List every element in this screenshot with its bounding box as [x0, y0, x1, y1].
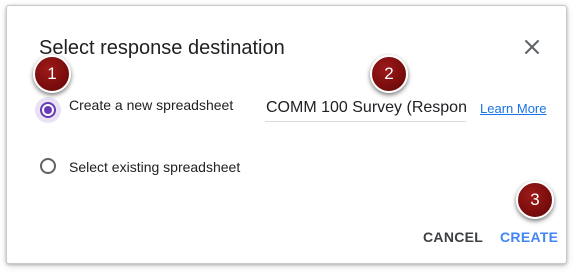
step-marker-1: 1 — [33, 55, 71, 93]
spreadsheet-name-input[interactable] — [265, 96, 466, 122]
radio-label-select-existing[interactable]: Select existing spreadsheet — [69, 158, 240, 176]
learn-more-link[interactable]: Learn More — [480, 101, 546, 116]
step-marker-2: 2 — [370, 55, 408, 93]
close-button[interactable] — [519, 34, 545, 60]
cancel-button[interactable]: CANCEL — [423, 228, 483, 246]
dialog-title: Select response destination — [39, 37, 285, 59]
step-marker-3: 3 — [516, 181, 554, 219]
radio-label-create-new[interactable]: Create a new spreadsheet — [69, 96, 233, 114]
radio-select-existing[interactable] — [40, 158, 56, 174]
radio-create-new[interactable] — [40, 102, 56, 118]
screenshot-frame: Select response destination Create a new… — [0, 0, 576, 274]
response-destination-dialog: Select response destination Create a new… — [6, 5, 567, 264]
create-button[interactable]: CREATE — [500, 228, 558, 246]
close-icon — [525, 40, 539, 54]
